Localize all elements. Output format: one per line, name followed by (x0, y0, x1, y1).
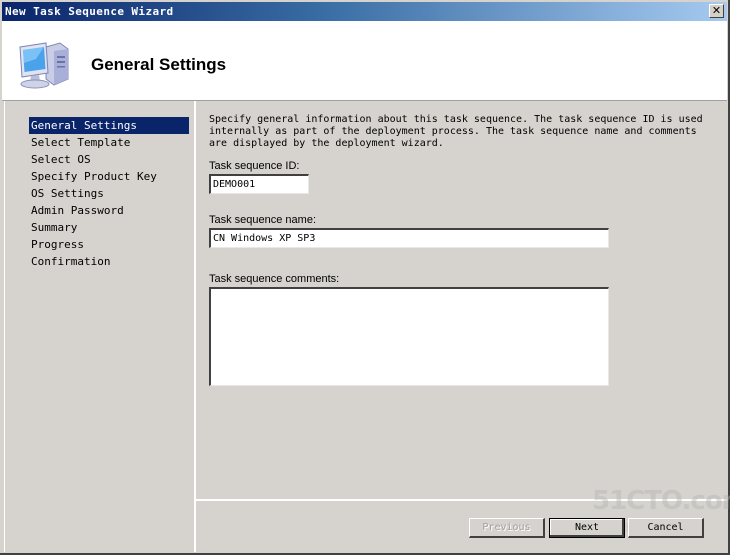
step-summary[interactable]: Summary (29, 219, 189, 236)
wizard-content: Specify general information about this t… (196, 101, 727, 499)
computer-icon (19, 42, 69, 89)
task-sequence-id-label: Task sequence ID: (209, 160, 300, 172)
steps-list: General Settings Select Template Select … (29, 117, 189, 270)
step-select-os[interactable]: Select OS (29, 151, 189, 168)
intro-text: Specify general information about this t… (209, 114, 703, 149)
task-sequence-name-input[interactable] (209, 228, 609, 248)
close-button[interactable]: ✕ (709, 4, 724, 18)
step-admin-password[interactable]: Admin Password (29, 202, 189, 219)
step-select-template[interactable]: Select Template (29, 134, 189, 151)
step-os-settings[interactable]: OS Settings (29, 185, 189, 202)
title-bar[interactable]: New Task Sequence Wizard ✕ (2, 2, 727, 21)
footer-divider (196, 499, 727, 501)
step-confirmation[interactable]: Confirmation (29, 253, 189, 270)
wizard-steps-sidebar: General Settings Select Template Select … (4, 101, 195, 552)
task-sequence-comments-label: Task sequence comments: (209, 273, 340, 285)
wizard-window: New Task Sequence Wizard ✕ General Setti… (0, 0, 730, 555)
window-title: New Task Sequence Wizard (5, 5, 174, 18)
step-general-settings[interactable]: General Settings (29, 117, 189, 134)
wizard-header: General Settings (2, 21, 727, 100)
task-sequence-name-label: Task sequence name: (209, 214, 317, 226)
step-progress[interactable]: Progress (29, 236, 189, 253)
task-sequence-id-input[interactable] (209, 174, 309, 194)
task-sequence-comments-input[interactable] (209, 287, 609, 386)
step-specify-product-key[interactable]: Specify Product Key (29, 168, 189, 185)
page-title: General Settings (91, 55, 227, 74)
next-button[interactable]: Next (549, 518, 625, 538)
cancel-button[interactable]: Cancel (628, 518, 704, 538)
close-icon: ✕ (711, 4, 722, 17)
previous-button[interactable]: Previous (469, 518, 545, 538)
